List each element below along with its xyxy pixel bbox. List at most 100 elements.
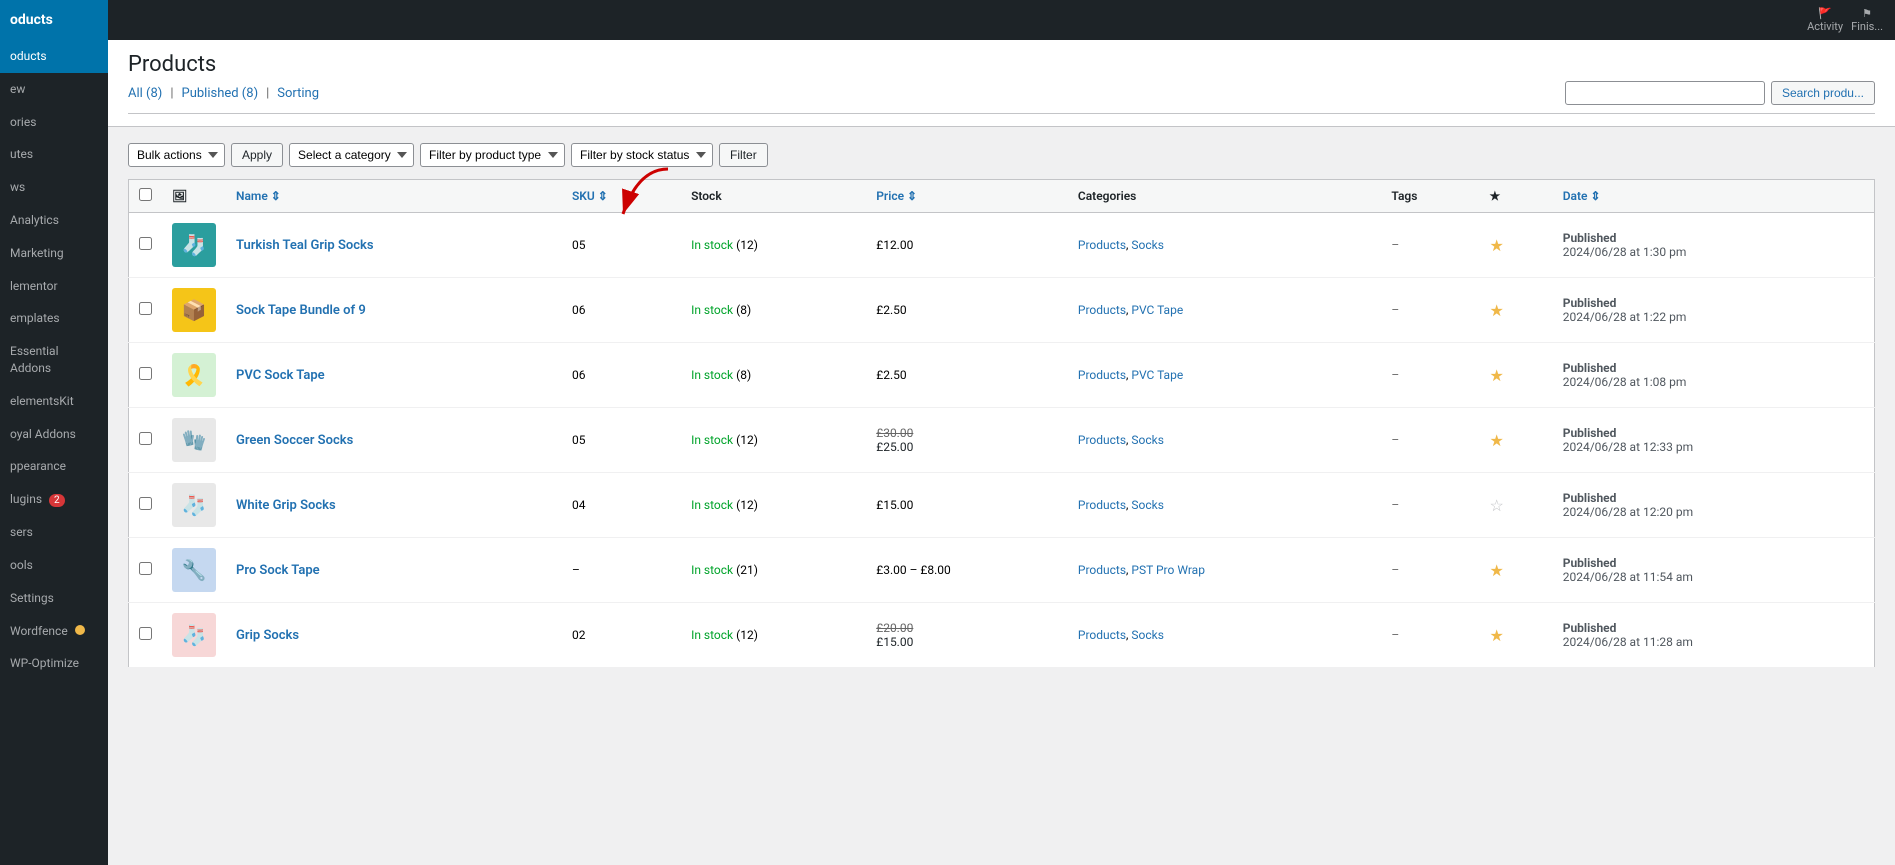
finish-button[interactable]: ⚑ Finis... bbox=[1851, 7, 1883, 33]
category-link[interactable]: Products bbox=[1078, 628, 1126, 642]
header-price[interactable]: Price ⇕ bbox=[866, 180, 1068, 213]
category-link[interactable]: Socks bbox=[1131, 433, 1164, 447]
row-sku: 05 bbox=[562, 408, 681, 473]
stock-status-select[interactable]: Filter by stock status bbox=[571, 143, 713, 167]
sidebar-item-plugins[interactable]: lugins 2 bbox=[0, 483, 108, 516]
sidebar-item-attributes[interactable]: utes bbox=[0, 138, 108, 171]
row-checkbox[interactable] bbox=[139, 627, 152, 640]
sidebar-item-appearance[interactable]: ppearance bbox=[0, 450, 108, 483]
sidebar-logo-text: o bbox=[10, 12, 18, 28]
product-name-link[interactable]: White Grip Socks bbox=[236, 498, 336, 513]
header-sku[interactable]: SKU ⇕ bbox=[562, 180, 681, 213]
product-name-link[interactable]: Pro Sock Tape bbox=[236, 563, 320, 578]
product-name-link[interactable]: PVC Sock Tape bbox=[236, 368, 325, 383]
search-input[interactable] bbox=[1565, 81, 1765, 105]
row-sku: 06 bbox=[562, 343, 681, 408]
sidebar-item-wordfence[interactable]: Wordfence bbox=[0, 615, 108, 648]
product-name-link[interactable]: Turkish Teal Grip Socks bbox=[236, 238, 374, 253]
sidebar-item-settings[interactable]: Settings bbox=[0, 582, 108, 615]
tab-sorting[interactable]: Sorting bbox=[277, 86, 319, 101]
product-type-select[interactable]: Filter by product type bbox=[420, 143, 565, 167]
tab-published[interactable]: Published (8) bbox=[182, 86, 259, 101]
category-link[interactable]: Products bbox=[1078, 368, 1126, 382]
search-button[interactable]: Search produ... bbox=[1771, 81, 1875, 105]
row-checkbox[interactable] bbox=[139, 497, 152, 510]
product-name-link[interactable]: Green Soccer Socks bbox=[236, 433, 353, 448]
sidebar-item-marketing[interactable]: Marketing bbox=[0, 237, 108, 270]
category-link[interactable]: Products bbox=[1078, 563, 1126, 577]
star-toggle[interactable]: ★ bbox=[1490, 301, 1504, 320]
sidebar-item-templates[interactable]: emplates bbox=[0, 302, 108, 335]
tabs-bar: All (8) | Published (8) | Sorting Search… bbox=[128, 81, 1875, 114]
category-link[interactable]: Products bbox=[1078, 238, 1126, 252]
product-image: 🧦 bbox=[172, 483, 216, 527]
filter-bar: Bulk actions Apply Select a category Fil… bbox=[128, 143, 1875, 167]
row-checkbox-cell bbox=[129, 343, 163, 408]
stock-status: In stock bbox=[691, 628, 733, 642]
sidebar-logo[interactable]: oducts bbox=[0, 0, 108, 40]
sort-date-link[interactable]: Date ⇕ bbox=[1563, 189, 1601, 203]
table-row: 🧤Green Soccer Socks05In stock (12)£30.00… bbox=[129, 408, 1875, 473]
sidebar-item-elementor[interactable]: lementor bbox=[0, 270, 108, 303]
row-price-cell: £2.50 bbox=[866, 278, 1068, 343]
sidebar-item-categories[interactable]: ories bbox=[0, 106, 108, 139]
star-toggle[interactable]: ★ bbox=[1490, 626, 1504, 645]
category-link[interactable]: Socks bbox=[1131, 628, 1164, 642]
category-link[interactable]: Products bbox=[1078, 498, 1126, 512]
sidebar-item-tools[interactable]: ools bbox=[0, 549, 108, 582]
sidebar-item-reviews[interactable]: ws bbox=[0, 171, 108, 204]
row-tags: – bbox=[1381, 278, 1479, 343]
star-toggle[interactable]: ★ bbox=[1490, 561, 1504, 580]
row-stock: In stock (12) bbox=[681, 408, 866, 473]
product-name-link[interactable]: Sock Tape Bundle of 9 bbox=[236, 303, 366, 318]
sidebar-item-analytics[interactable]: Analytics bbox=[0, 204, 108, 237]
category-link[interactable]: Socks bbox=[1131, 498, 1164, 512]
row-date-cell: Published2024/06/28 at 1:30 pm bbox=[1553, 213, 1875, 278]
filter-button[interactable]: Filter bbox=[719, 143, 768, 167]
apply-button[interactable]: Apply bbox=[231, 143, 283, 167]
activity-button[interactable]: 🚩 Activity bbox=[1807, 7, 1843, 33]
sort-sku-link[interactable]: SKU ⇕ bbox=[572, 189, 608, 203]
row-categories: Products, PVC Tape bbox=[1068, 278, 1382, 343]
sidebar-item-wp-optimize[interactable]: WP-Optimize bbox=[0, 647, 108, 680]
sidebar-item-products[interactable]: oducts bbox=[0, 40, 108, 73]
date-status: Published bbox=[1563, 296, 1617, 310]
row-checkbox[interactable] bbox=[139, 302, 152, 315]
header-date[interactable]: Date ⇕ bbox=[1553, 180, 1875, 213]
tags-value: – bbox=[1391, 303, 1399, 317]
star-toggle[interactable]: ★ bbox=[1490, 366, 1504, 385]
category-link[interactable]: Socks bbox=[1131, 238, 1164, 252]
star-toggle[interactable]: ☆ bbox=[1490, 496, 1504, 515]
row-stock: In stock (8) bbox=[681, 343, 866, 408]
product-name-link[interactable]: Grip Socks bbox=[236, 628, 299, 643]
category-link[interactable]: PVC Tape bbox=[1131, 303, 1183, 317]
row-name-cell: PVC Sock Tape bbox=[226, 343, 562, 408]
tab-all[interactable]: All (8) bbox=[128, 86, 162, 101]
category-link[interactable]: PST Pro Wrap bbox=[1131, 563, 1205, 577]
header-name[interactable]: Name ⇕ bbox=[226, 180, 562, 213]
sort-price-link[interactable]: Price ⇕ bbox=[876, 189, 917, 203]
sidebar-item-royal-addons[interactable]: oyal Addons bbox=[0, 418, 108, 451]
sort-name-link[interactable]: Name ⇕ bbox=[236, 189, 281, 203]
category-link[interactable]: Products bbox=[1078, 303, 1126, 317]
tags-value: – bbox=[1391, 368, 1399, 382]
row-checkbox[interactable] bbox=[139, 432, 152, 445]
sidebar-item-users[interactable]: sers bbox=[0, 516, 108, 549]
category-link[interactable]: PVC Tape bbox=[1131, 368, 1183, 382]
category-link[interactable]: Products bbox=[1078, 433, 1126, 447]
star-toggle[interactable]: ★ bbox=[1490, 236, 1504, 255]
star-toggle[interactable]: ★ bbox=[1490, 431, 1504, 450]
bulk-actions-select[interactable]: Bulk actions bbox=[128, 143, 225, 167]
tags-value: – bbox=[1391, 238, 1399, 252]
row-checkbox[interactable] bbox=[139, 237, 152, 250]
row-name-cell: Pro Sock Tape bbox=[226, 538, 562, 603]
sidebar-item-new[interactable]: ew bbox=[0, 73, 108, 106]
row-categories: Products, PST Pro Wrap bbox=[1068, 538, 1382, 603]
sidebar-item-elementskit[interactable]: elementsKit bbox=[0, 385, 108, 418]
row-checkbox[interactable] bbox=[139, 562, 152, 575]
select-all-checkbox[interactable] bbox=[139, 188, 152, 201]
row-checkbox[interactable] bbox=[139, 367, 152, 380]
sidebar-item-essential-addons[interactable]: Essential Addons bbox=[0, 335, 108, 385]
row-stock: In stock (21) bbox=[681, 538, 866, 603]
category-select[interactable]: Select a category bbox=[289, 143, 414, 167]
